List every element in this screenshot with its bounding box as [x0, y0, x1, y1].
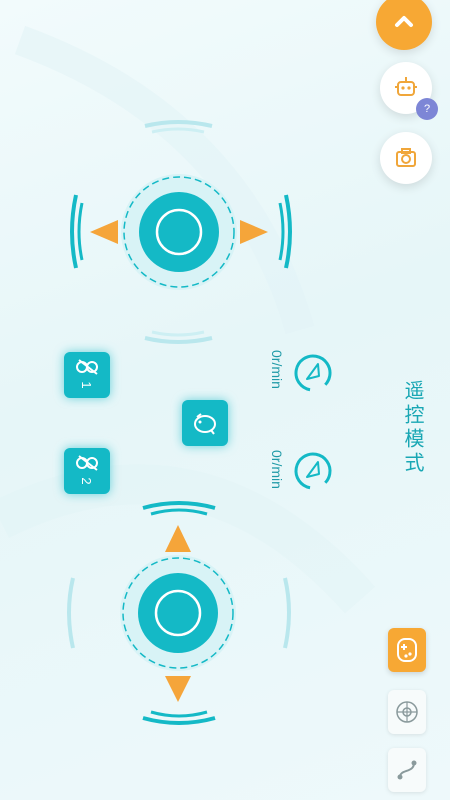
- motor-1-label: 1: [79, 381, 94, 388]
- motor-icon: 1: [76, 359, 98, 389]
- motor-1-button[interactable]: 1: [64, 352, 110, 398]
- chevron-up-icon: [395, 16, 413, 27]
- piggy-icon: [194, 413, 216, 435]
- robot-icon: [395, 77, 417, 96]
- path-icon: [397, 760, 417, 780]
- motor2-rpm: 0r/min: [269, 450, 285, 489]
- gamepad-icon: [397, 638, 417, 662]
- mode-title: 遥控模式: [401, 380, 423, 476]
- gauge-icon: [294, 354, 332, 392]
- motor-2-label: 2: [79, 477, 94, 484]
- joystick-horizontal[interactable]: [60, 110, 310, 360]
- network-icon: [396, 701, 418, 723]
- motor1-rpm: 0r/min: [269, 350, 285, 389]
- camera-button[interactable]: [380, 132, 432, 184]
- tab-path[interactable]: [388, 748, 426, 792]
- joystick-vertical[interactable]: [55, 490, 305, 740]
- camera-icon: [396, 148, 416, 167]
- tab-network[interactable]: [388, 690, 426, 734]
- special-action-button[interactable]: [182, 400, 228, 446]
- tab-gamepad[interactable]: [388, 628, 426, 672]
- motor-icon: 2: [76, 455, 98, 485]
- help-badge[interactable]: ?: [416, 98, 438, 120]
- motor-2-button[interactable]: 2: [64, 448, 110, 494]
- gauge-icon: [294, 452, 332, 490]
